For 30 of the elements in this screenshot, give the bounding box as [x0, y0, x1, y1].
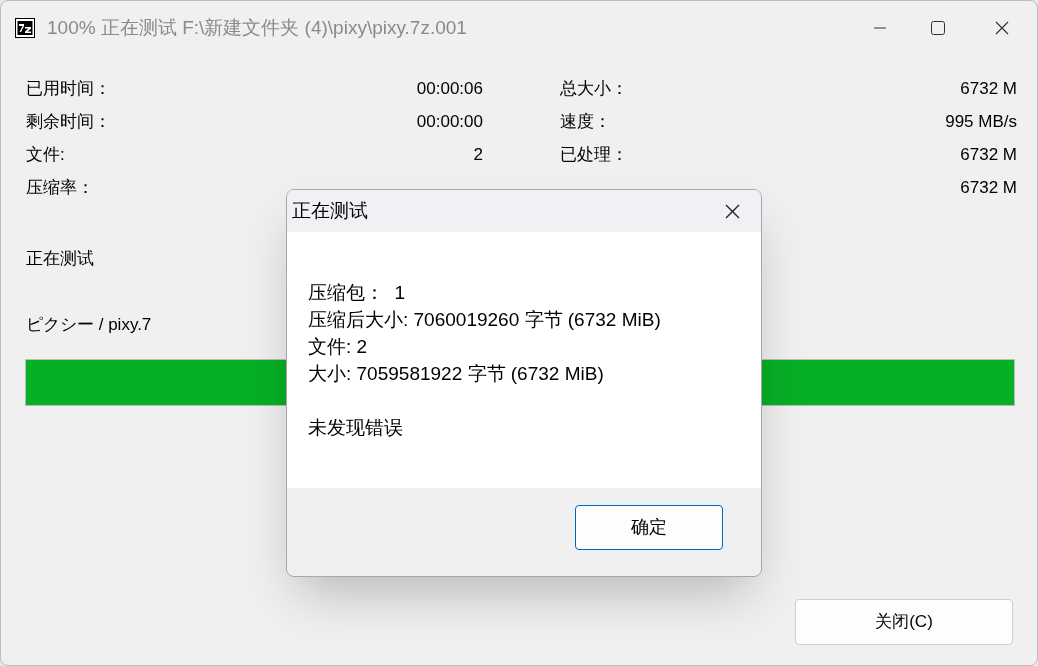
- current-file-text: ピクシー / pixy.7: [26, 313, 152, 336]
- stat-value: 6732 M: [960, 177, 1017, 199]
- maximize-icon: [931, 21, 945, 35]
- window-title: 100% 正在测试 F:\新建文件夹 (4)\pixy\pixy.7z.001: [47, 15, 467, 40]
- stat-label: 已处理：: [560, 144, 628, 166]
- minimize-icon: [874, 27, 886, 29]
- message-line: 文件: 2: [308, 335, 369, 359]
- stat-label: 速度：: [560, 111, 611, 133]
- message-line: 压缩后大小: 7060019260 字节 (6732 MiB): [308, 308, 662, 332]
- close-icon: [724, 203, 740, 219]
- app-logo-icon: [15, 18, 35, 38]
- stat-value: 00:00:06: [416, 78, 483, 100]
- stat-value: 00:00:00: [416, 111, 483, 133]
- message-line: 大小: 7059581922 字节 (6732 MiB): [308, 362, 605, 386]
- stat-value: 6732 M: [960, 78, 1017, 100]
- result-message: 未发现错误: [308, 416, 404, 440]
- message-line: 压缩包： 1: [308, 281, 407, 305]
- close-dialog-button[interactable]: 关闭(C): [795, 599, 1013, 645]
- stat-value: 6732 M: [960, 144, 1017, 166]
- stat-label: 剩余时间：: [26, 111, 111, 133]
- dialog-title: 正在测试: [292, 198, 368, 223]
- stat-value: 2: [473, 144, 483, 166]
- stat-label: 总大小：: [560, 78, 628, 100]
- stat-label: 压缩率：: [26, 177, 94, 199]
- status-text: 正在测试: [26, 248, 95, 270]
- stat-label: 文件:: [26, 144, 65, 166]
- stat-value: 995 MB/s: [945, 111, 1017, 133]
- ok-button[interactable]: 确定: [575, 505, 723, 550]
- stat-label: 已用时间：: [26, 78, 111, 100]
- close-icon: [995, 21, 1009, 35]
